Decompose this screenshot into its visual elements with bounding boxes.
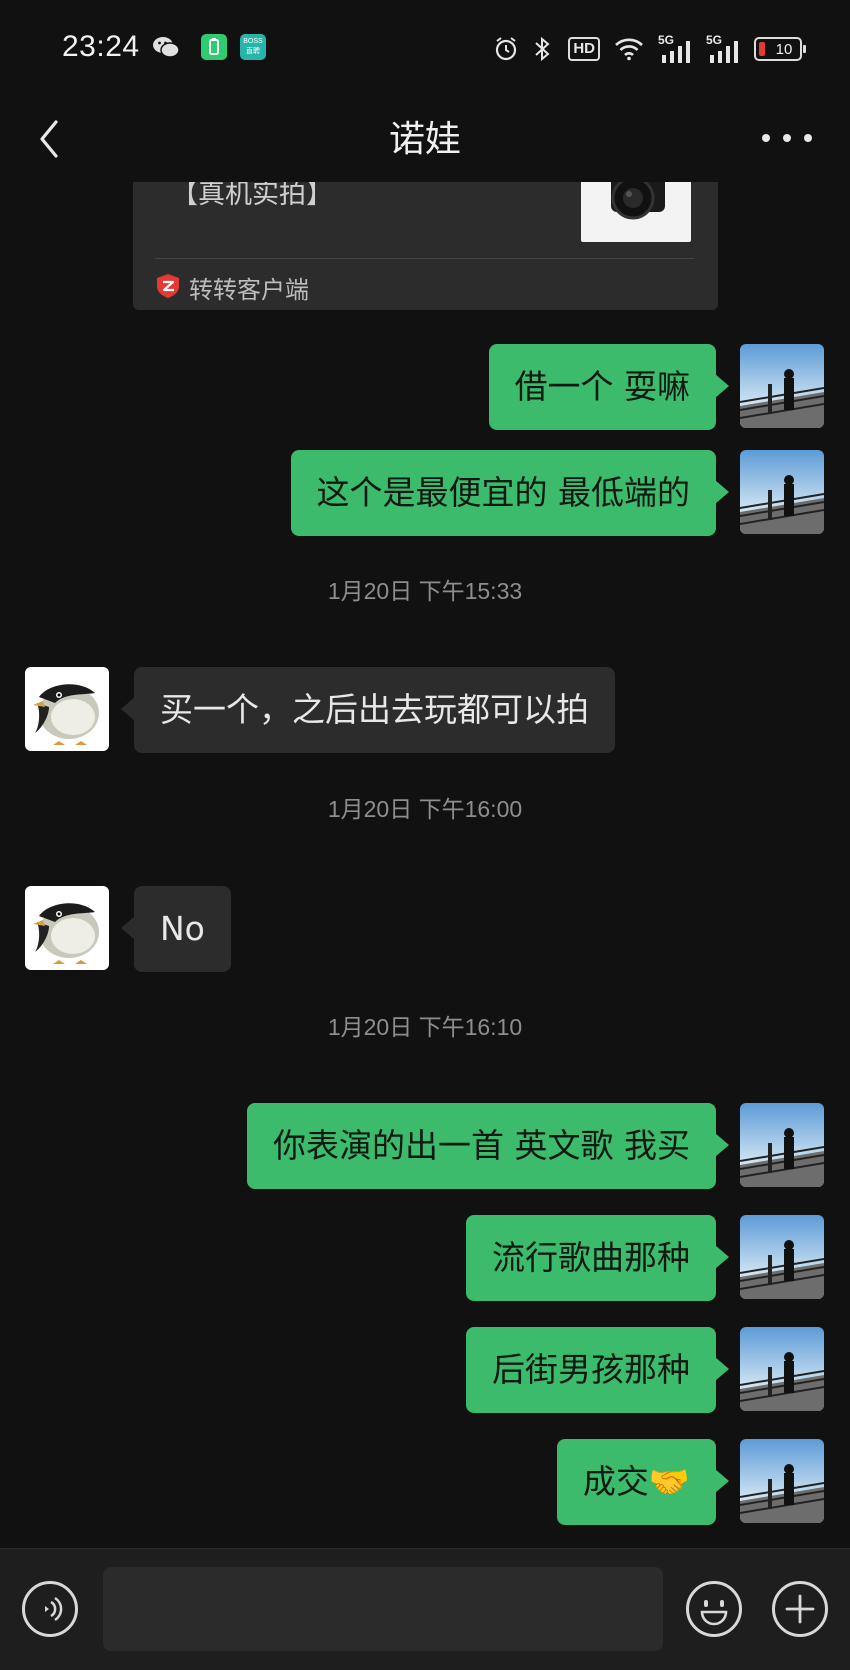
wifi-icon xyxy=(615,38,643,61)
status-bar: 23:24 BOSS 直聘 HD 5G 5G 10 xyxy=(0,0,850,96)
status-indicators: HD 5G 5G 10 xyxy=(494,33,806,64)
status-time: 23:24 xyxy=(62,30,140,63)
input-bar xyxy=(0,1548,850,1670)
avatar[interactable] xyxy=(740,1215,824,1299)
signal-icon: 5G xyxy=(706,33,740,63)
hd-icon: HD xyxy=(568,37,600,61)
timestamp: 1月20日 下午16:00 xyxy=(327,796,523,822)
message-bubble-outgoing[interactable]: 后街男孩那种 xyxy=(466,1327,729,1413)
message-row: 流行歌曲那种 xyxy=(0,1215,850,1301)
card-title: 【真机实拍】 xyxy=(171,182,333,210)
battery-app-icon xyxy=(201,34,227,60)
message-bubble-outgoing[interactable]: 这个是最便宜的 最低端的 xyxy=(290,450,729,536)
message-bubble-outgoing[interactable]: 成交🤝 xyxy=(556,1439,730,1525)
wechat-icon xyxy=(153,37,180,58)
message-row: 你表演的出一首 英文歌 我买 xyxy=(0,1103,850,1189)
timestamp: 1月20日 下午16:10 xyxy=(327,1014,523,1040)
avatar[interactable] xyxy=(740,1327,824,1411)
voice-input-icon[interactable] xyxy=(22,1581,78,1637)
message-bubble-outgoing[interactable]: 流行歌曲那种 xyxy=(466,1215,729,1301)
avatar[interactable] xyxy=(25,667,109,751)
card-divider xyxy=(155,258,694,259)
emoji-icon[interactable] xyxy=(686,1581,742,1637)
message-row: 借一个 耍嘛 xyxy=(0,344,850,430)
avatar[interactable] xyxy=(740,1439,824,1523)
avatar[interactable] xyxy=(740,450,824,534)
chat-header: 诺娃 xyxy=(0,96,850,182)
avatar[interactable] xyxy=(25,886,109,970)
message-row: 成交🤝 xyxy=(0,1439,850,1525)
alarm-icon xyxy=(496,37,517,61)
chat-title: 诺娃 xyxy=(388,119,461,160)
avatar[interactable] xyxy=(740,1103,824,1187)
card-source: 转转客户端 xyxy=(189,276,309,304)
message-row: No xyxy=(0,886,850,972)
bluetooth-icon xyxy=(535,36,550,62)
message-bubble-outgoing[interactable]: 借一个 耍嘛 xyxy=(488,344,729,430)
hd-label: HD xyxy=(573,40,595,57)
card-thumbnail xyxy=(581,182,691,242)
message-bubble-incoming[interactable]: No xyxy=(121,886,231,972)
message-row: 后街男孩那种 xyxy=(0,1327,850,1413)
message-bubble-outgoing[interactable]: 你表演的出一首 英文歌 我买 xyxy=(247,1103,729,1189)
battery-icon: 10 xyxy=(754,37,806,61)
message-row: 这个是最便宜的 最低端的 xyxy=(0,450,850,536)
more-options-icon[interactable] xyxy=(762,118,812,158)
add-attachment-icon[interactable] xyxy=(772,1581,828,1637)
avatar[interactable] xyxy=(740,344,824,428)
message-row: 买一个，之后出去玩都可以拍 xyxy=(0,667,850,753)
boss-app-label: BOSS 直聘 xyxy=(243,38,263,55)
message-list[interactable]: 【真机实拍】 转转客户端 借一个 耍嘛 这个是最便宜的 最低端的 1月20日 下… xyxy=(0,182,850,1548)
camera-icon xyxy=(611,182,665,220)
shared-link-card[interactable]: 【真机实拍】 转转客户端 xyxy=(133,182,718,310)
message-bubble-incoming[interactable]: 买一个，之后出去玩都可以拍 xyxy=(121,667,615,753)
signal-icon: 5G xyxy=(658,33,692,63)
boss-app-icon: BOSS 直聘 xyxy=(240,34,266,60)
message-input[interactable] xyxy=(103,1567,663,1651)
zhuanzhuan-logo-icon xyxy=(157,274,179,298)
battery-level: 10 xyxy=(775,40,793,58)
timestamp: 1月20日 下午15:33 xyxy=(327,578,523,604)
